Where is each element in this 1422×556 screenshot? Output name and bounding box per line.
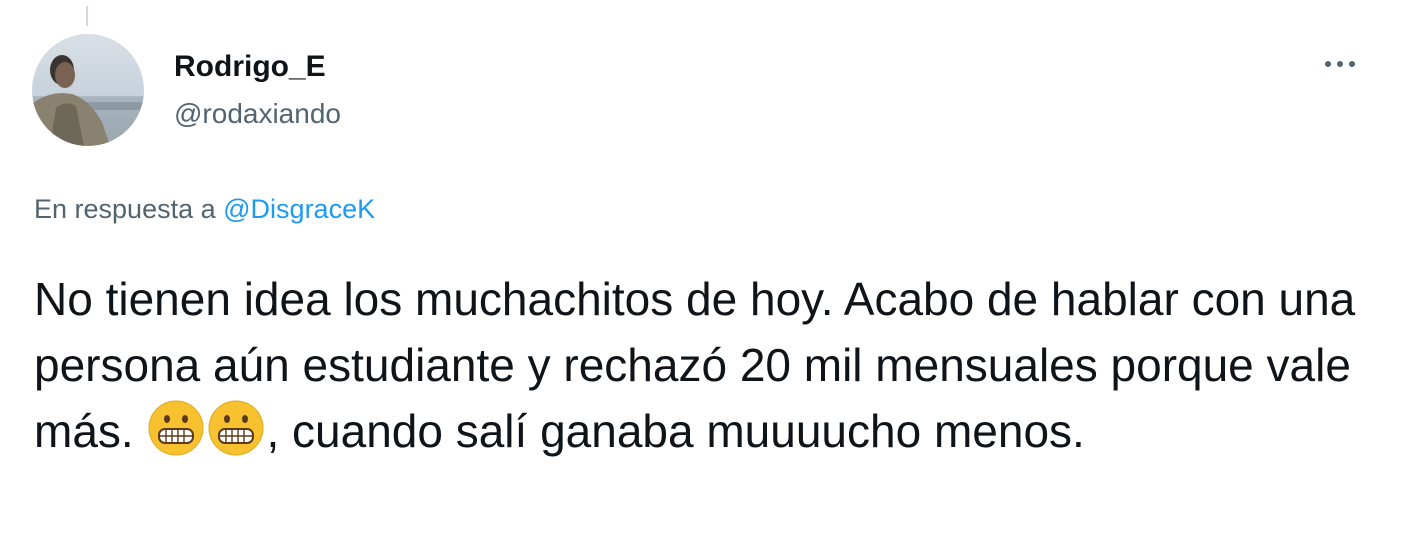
avatar[interactable] — [32, 34, 144, 146]
more-options-button[interactable] — [1318, 46, 1362, 82]
reply-context: En respuesta a @DisgraceK — [34, 194, 375, 225]
thread-connector-line — [86, 6, 88, 26]
author-display-name[interactable]: Rodrigo_E — [174, 50, 326, 84]
grimacing-face-emoji-icon — [207, 399, 265, 457]
more-horizontal-icon — [1325, 61, 1355, 67]
author-handle[interactable]: @rodaxiando — [174, 98, 341, 130]
reply-mention-link[interactable]: @DisgraceK — [223, 194, 375, 224]
reply-context-prefix: En respuesta a — [34, 194, 216, 224]
grimacing-face-emoji-icon — [147, 399, 205, 457]
tweet-text: No tienen idea los muchachitos de hoy. A… — [34, 266, 1374, 464]
tweet-text-part-2: , cuando salí ganaba muuuucho menos. — [266, 405, 1085, 457]
avatar-photo — [32, 34, 144, 146]
